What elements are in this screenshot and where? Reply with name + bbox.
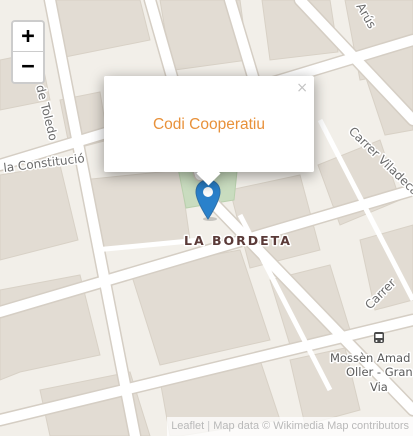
- attribution-separator: |: [207, 420, 211, 432]
- street-label-de-toledo: de Toledo: [33, 83, 60, 142]
- zoom-out-button[interactable]: −: [13, 52, 43, 82]
- attribution-map-data: Map data © Wikimedia Map contributors: [213, 420, 409, 432]
- popup-body: × Codi Cooperatiu: [104, 76, 314, 172]
- zoom-control: + −: [11, 20, 45, 84]
- district-label: LA BORDETA: [184, 233, 292, 248]
- popup-content: Codi Cooperatiu: [152, 116, 265, 133]
- poi-label-line3: Via: [370, 380, 388, 394]
- popup-close-button[interactable]: ×: [296, 80, 308, 96]
- map-container[interactable]: de Toledo la Constitució Carrer Viladeca…: [0, 0, 413, 436]
- leaflet-link[interactable]: Leaflet: [171, 420, 204, 432]
- poi-label-line2: Oller - Gran: [346, 365, 413, 379]
- zoom-in-button[interactable]: +: [13, 22, 43, 52]
- bus-stop-icon[interactable]: [374, 332, 384, 343]
- poi-label-line1: Mossèn Amad: [330, 351, 410, 365]
- attribution: Leaflet | Map data © Wikimedia Map contr…: [167, 417, 413, 436]
- marker-popup: × Codi Cooperatiu: [104, 76, 314, 186]
